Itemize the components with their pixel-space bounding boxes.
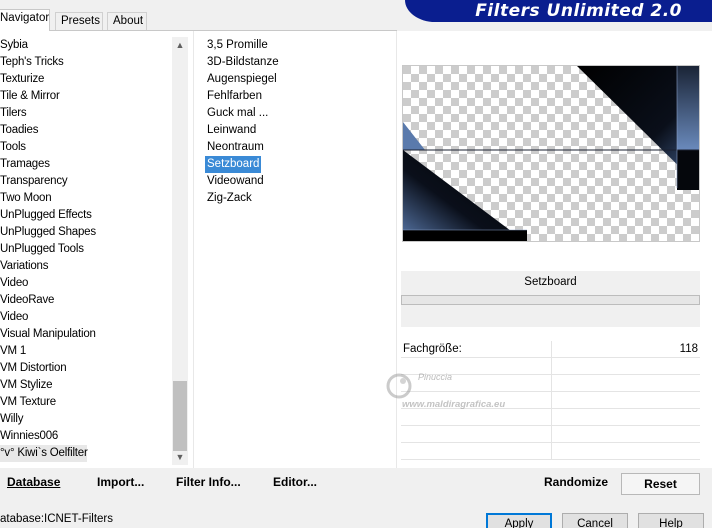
import-button[interactable]: Import...	[97, 475, 144, 489]
status-value: ICNET-Filters	[44, 513, 113, 525]
watermark-logo-icon	[386, 373, 412, 399]
tab-bar: Navigator Presets About	[0, 9, 400, 31]
selected-filter-name: Setzboard	[401, 271, 700, 295]
tab-navigator[interactable]: Navigator	[0, 9, 50, 31]
scroll-down-icon[interactable]: ▼	[172, 449, 188, 465]
parameter-row[interactable]: Fachgröße: 118	[401, 341, 700, 358]
tab-about[interactable]: About	[107, 12, 147, 30]
button-label: Randomize	[544, 475, 609, 489]
filter-item[interactable]: Videowand	[205, 173, 385, 190]
filter-item[interactable]: Zig-Zack	[205, 190, 385, 207]
button-label: Filter Info...	[176, 475, 241, 489]
parameter-value: 118	[679, 343, 698, 355]
category-item[interactable]: UnPlugged Tools	[0, 241, 172, 258]
category-list[interactable]: Sybia Teph's Tricks Texturize Tile & Mirror…	[0, 37, 172, 465]
reset-button[interactable]: Reset	[621, 473, 700, 495]
apply-button[interactable]: Apply	[486, 513, 552, 528]
filter-item[interactable]: Neontraum	[205, 139, 385, 156]
category-item[interactable]: Tile & Mirror	[0, 88, 172, 105]
parameter-slider-track[interactable]	[551, 358, 552, 375]
category-scrollbar[interactable]: ▲ ▼	[172, 37, 188, 465]
filter-item[interactable]: Guck mal ...	[205, 105, 385, 122]
category-item[interactable]: Variations	[0, 258, 172, 275]
category-item[interactable]: Tools	[0, 139, 172, 156]
filter-item[interactable]: 3,5 Promille	[205, 37, 385, 54]
tab-label: Presets	[61, 15, 100, 27]
parameter-slider-track[interactable]	[551, 341, 552, 358]
cancel-button[interactable]: Cancel	[562, 513, 628, 528]
parameter-slider-track[interactable]	[551, 375, 552, 392]
editor-button[interactable]: Editor...	[273, 475, 317, 489]
category-item[interactable]: VM Stylize	[0, 377, 172, 394]
divider	[193, 31, 194, 468]
status-label: atabase:	[0, 513, 45, 525]
button-label: Editor...	[273, 475, 318, 489]
parameter-row[interactable]	[401, 426, 700, 443]
category-item[interactable]: Winnies006	[0, 428, 172, 445]
filter-list[interactable]: 3,5 Promille 3D-Bildstanze Augenspiegel Feh…	[205, 37, 385, 207]
button-label: Import...	[97, 475, 145, 489]
button-label: Database	[7, 475, 61, 489]
filter-item[interactable]: 3D-Bildstanze	[205, 54, 385, 71]
app-banner: Filters Unlimited 2.0	[405, 0, 712, 22]
help-button[interactable]: Help	[638, 513, 704, 528]
category-item[interactable]: Teph's Tricks	[0, 54, 172, 71]
filter-item[interactable]: Augenspiegel	[205, 71, 385, 88]
preview-image	[403, 66, 699, 241]
tab-presets[interactable]: Presets	[55, 12, 103, 30]
spacer	[401, 305, 700, 327]
watermark-name: Pinuccia	[418, 372, 453, 382]
category-item[interactable]: Two Moon	[0, 190, 172, 207]
watermark-url: www.maldiragrafica.eu	[402, 399, 506, 410]
filter-item[interactable]: Fehlfarben	[205, 88, 385, 105]
category-item[interactable]: VM Texture	[0, 394, 172, 411]
category-item[interactable]: VM Distortion	[0, 360, 172, 377]
category-item[interactable]: VM 1	[0, 343, 172, 360]
parameter-label: Fachgröße:	[403, 343, 462, 355]
category-item[interactable]: VideoRave	[0, 292, 172, 309]
category-item[interactable]: UnPlugged Effects	[0, 207, 172, 224]
parameter-slider-track[interactable]	[551, 443, 552, 460]
parameter-row[interactable]	[401, 443, 700, 460]
category-item[interactable]: Tramages	[0, 156, 172, 173]
category-item[interactable]: Willy	[0, 411, 172, 428]
scroll-thumb[interactable]	[173, 381, 187, 451]
category-item[interactable]: Visual Manipulation	[0, 326, 172, 343]
database-button[interactable]: Database	[7, 475, 60, 489]
filter-preview	[402, 65, 700, 242]
category-item[interactable]: Toadies	[0, 122, 172, 139]
progress-bar	[401, 295, 700, 305]
parameter-slider-track[interactable]	[551, 409, 552, 426]
parameter-slider-track[interactable]	[551, 426, 552, 443]
tab-label: Navigator	[0, 12, 50, 24]
button-label: Reset	[644, 477, 677, 491]
randomize-button[interactable]: Randomize	[544, 475, 608, 489]
category-item[interactable]: Video	[0, 275, 172, 292]
category-item[interactable]: Video	[0, 309, 172, 326]
category-item[interactable]: Texturize	[0, 71, 172, 88]
category-item[interactable]: UnPlugged Shapes	[0, 224, 172, 241]
scroll-up-icon[interactable]: ▲	[172, 37, 188, 53]
category-item[interactable]: Tilers	[0, 105, 172, 122]
watermark: Pinuccia www.maldiragrafica.eu	[382, 369, 542, 415]
category-item[interactable]: Sybia	[0, 37, 172, 54]
main-panel: Sybia Teph's Tricks Texturize Tile & Mirror…	[0, 31, 712, 468]
bottom-toolbar: Database Import... Filter Info... Editor…	[0, 468, 712, 498]
category-item[interactable]: °v° Kiwi`s Oelfilter	[0, 445, 88, 462]
tab-label: About	[113, 15, 144, 27]
category-item[interactable]: Transparency	[0, 173, 172, 190]
parameter-slider-track[interactable]	[551, 392, 552, 409]
filter-info-button[interactable]: Filter Info...	[176, 475, 241, 489]
app-title: Filters Unlimited 2.0	[475, 1, 682, 21]
filter-item[interactable]: Setzboard	[205, 156, 261, 173]
filter-item[interactable]: Leinwand	[205, 122, 385, 139]
